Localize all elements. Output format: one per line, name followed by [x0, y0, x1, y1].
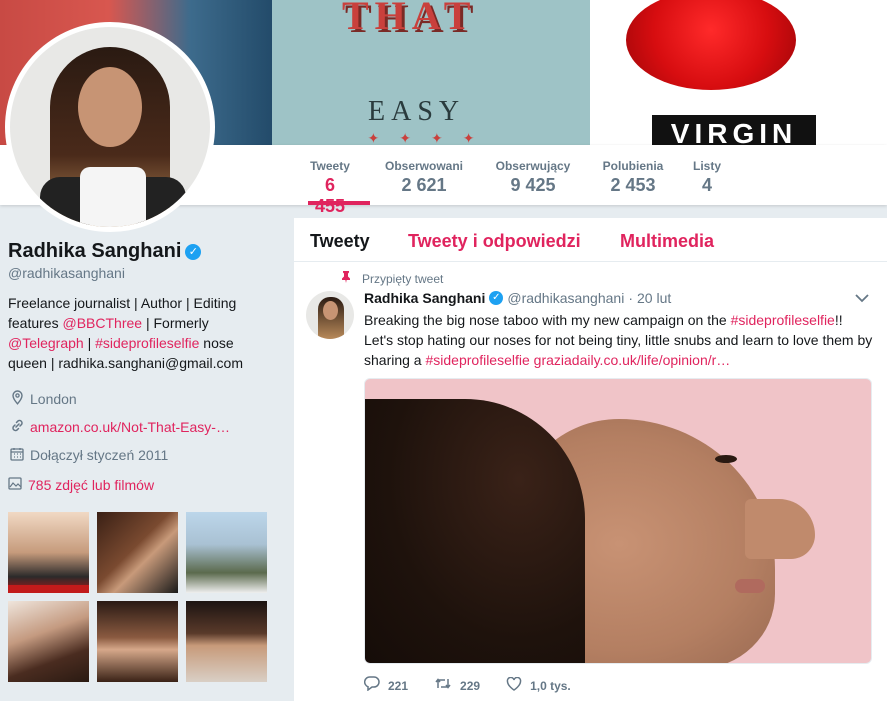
- stat-label: Tweety: [310, 159, 350, 173]
- rose-image: [626, 0, 796, 90]
- tab-tweets-replies[interactable]: Tweety i odpowiedzi: [408, 231, 581, 252]
- timeline-tabs: Tweety Tweety i odpowiedzi Multimedia: [294, 218, 887, 262]
- link-icon: [8, 418, 26, 436]
- retweet-button[interactable]: 229: [434, 677, 480, 695]
- retweet-count: 229: [460, 679, 481, 693]
- photo-thumbnail[interactable]: [8, 601, 89, 682]
- photo-thumbnail[interactable]: [186, 512, 267, 593]
- stat-value: 6 455: [314, 175, 346, 216]
- pinned-label: Przypięty tweet: [362, 271, 444, 286]
- tweet-date[interactable]: 20 lut: [637, 290, 671, 306]
- tweet-hashtag[interactable]: #sideprofileselfie: [425, 352, 529, 368]
- profile-meta: London amazon.co.uk/Not-That-Easy-… Dołą…: [8, 385, 278, 469]
- tweet-text: Breaking the big nose taboo with my new …: [364, 310, 874, 370]
- profile-card: Radhika Sanghani ✓ @radhikasanghani Free…: [8, 240, 278, 493]
- bio-text: |: [83, 335, 96, 351]
- stat-lists[interactable]: Listy 4: [692, 159, 722, 196]
- stat-value: 2 453: [610, 175, 656, 195]
- timeline: Tweety Tweety i odpowiedzi Multimedia Pr…: [294, 218, 887, 701]
- pin-icon: [340, 271, 352, 286]
- stat-value: 2 621: [401, 175, 447, 195]
- stat-label: Listy: [692, 159, 721, 173]
- bio-mention[interactable]: @Telegraph: [8, 335, 84, 351]
- ornament-icon: ✦✦✦✦: [367, 130, 495, 145]
- photos-videos-link[interactable]: 785 zdjęć lub filmów: [8, 477, 278, 493]
- retweet-icon: [434, 677, 452, 695]
- bio-mention[interactable]: @BBCThree: [62, 315, 142, 331]
- tweet-link[interactable]: graziadaily.co.uk/life/opinion/r…: [534, 352, 731, 368]
- like-button[interactable]: 1,0 tys.: [506, 676, 571, 696]
- stat-likes[interactable]: Polubienia 2 453: [602, 159, 664, 196]
- active-stat-underline: [308, 201, 370, 205]
- photos-count-label: 785 zdjęć lub filmów: [28, 477, 155, 493]
- tab-media[interactable]: Multimedia: [620, 231, 714, 252]
- stat-tweets[interactable]: Tweety 6 455: [308, 159, 352, 217]
- profile-avatar[interactable]: [5, 22, 215, 232]
- tweet-header: Radhika Sanghani ✓ @radhikasanghani · 20…: [364, 290, 671, 306]
- profile-bio: Freelance journalist | Author | Editing …: [8, 293, 270, 373]
- stat-value: 9 425: [510, 175, 556, 195]
- stat-following[interactable]: Obserwowani 2 621: [383, 159, 465, 196]
- separator-dot: ·: [628, 290, 633, 306]
- stat-label: Obserwujący: [495, 159, 571, 173]
- stat-label: Obserwowani: [384, 159, 464, 173]
- photo-thumbnail[interactable]: [97, 601, 178, 682]
- banner-book-cover: THAT EASY ✦✦✦✦: [272, 0, 590, 145]
- stat-value: 4: [701, 175, 712, 195]
- heart-icon: [506, 676, 522, 696]
- reply-count: 221: [388, 679, 409, 693]
- tweet-hashtag[interactable]: #sideprofileselfie: [731, 312, 835, 328]
- reply-button[interactable]: 221: [363, 676, 409, 696]
- tweet-author-name[interactable]: Radhika Sanghani: [364, 290, 485, 306]
- verified-icon: ✓: [489, 291, 504, 305]
- tweet-text-part: Breaking the big nose taboo with my new …: [364, 312, 731, 328]
- tweet-media-image[interactable]: [364, 378, 872, 664]
- like-count: 1,0 tys.: [530, 679, 571, 693]
- verified-icon: ✓: [185, 243, 202, 260]
- profile-website-link[interactable]: amazon.co.uk/Not-That-Easy-…: [30, 419, 230, 435]
- profile-handle[interactable]: @radhikasanghani: [8, 265, 278, 281]
- stat-label: Polubienia: [602, 159, 664, 173]
- photo-thumbnail[interactable]: [186, 601, 267, 682]
- profile-location: London: [30, 391, 77, 407]
- stat-followers[interactable]: Obserwujący 9 425: [493, 159, 573, 196]
- profile-joined: Dołączył styczeń 2011: [30, 447, 169, 463]
- tab-tweets[interactable]: Tweety: [310, 231, 370, 252]
- publisher-logo: VIRGIN: [670, 118, 798, 145]
- calendar-icon: [8, 447, 26, 464]
- bio-hashtag[interactable]: #sideprofileselfie: [95, 335, 199, 351]
- banner-right-image: VIRGIN: [590, 0, 887, 145]
- photo-thumbnail[interactable]: [8, 512, 89, 593]
- tweet-actions: 221 229 1,0 tys.: [363, 676, 597, 696]
- photo-icon: [8, 477, 22, 493]
- location-pin-icon: [8, 390, 26, 408]
- tweet-author-handle[interactable]: @radhikasanghani: [507, 290, 624, 306]
- profile-name[interactable]: Radhika Sanghani: [8, 240, 181, 263]
- tweet-avatar[interactable]: [306, 291, 354, 339]
- reply-icon: [363, 676, 380, 696]
- bio-text: | Formerly: [142, 315, 209, 331]
- photo-thumbnail[interactable]: [97, 512, 178, 593]
- chevron-down-icon[interactable]: [855, 290, 869, 306]
- book-title-partial: THAT: [342, 0, 477, 38]
- book-word: EASY: [368, 96, 466, 127]
